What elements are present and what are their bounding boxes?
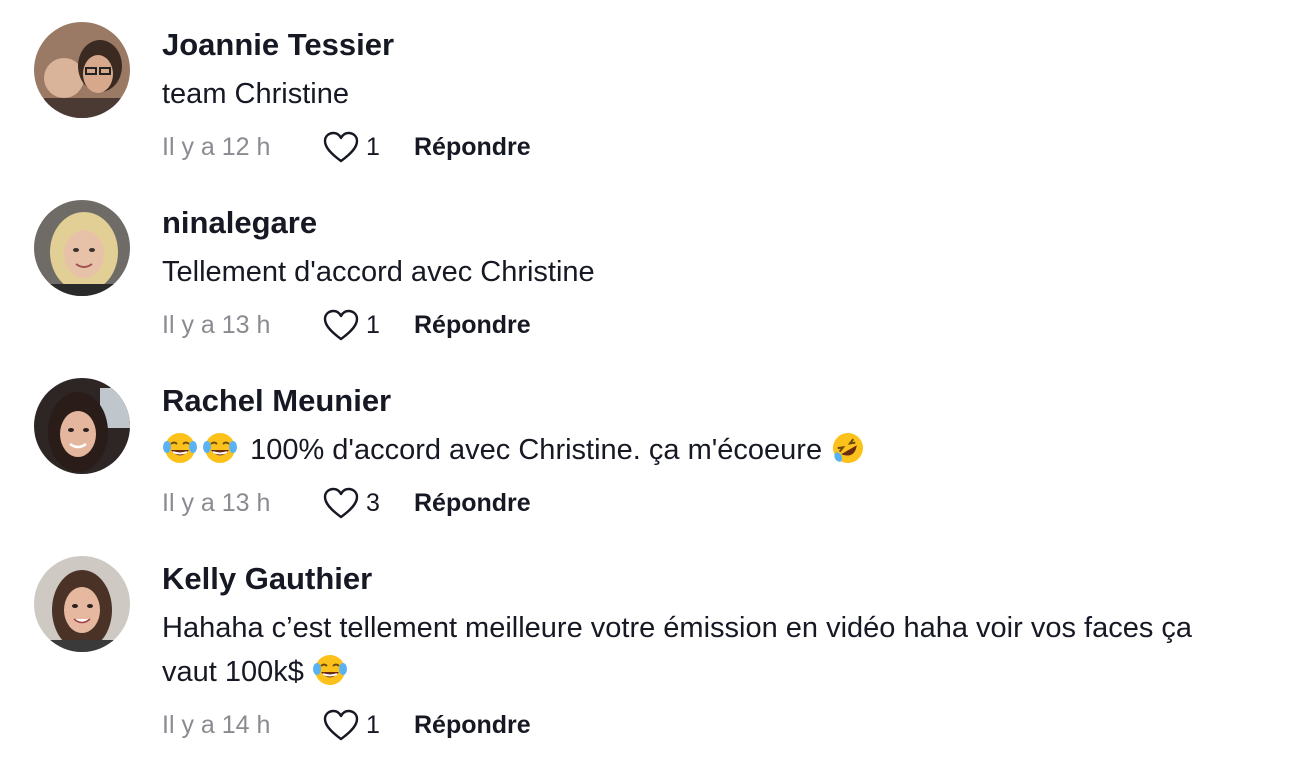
reply-button[interactable]: Répondre bbox=[414, 311, 531, 340]
comment-author[interactable]: Joannie Tessier bbox=[162, 25, 394, 65]
comment-author[interactable]: Kelly Gauthier bbox=[162, 559, 372, 599]
like-button[interactable]: 1 bbox=[322, 130, 406, 164]
comment-time: Il y a 14 h bbox=[162, 710, 271, 739]
like-count: 3 bbox=[366, 488, 380, 517]
reply-button[interactable]: Répondre bbox=[414, 711, 531, 740]
comment-time: Il y a 12 h bbox=[162, 132, 271, 161]
face-with-tears-of-joy-icon bbox=[162, 431, 198, 465]
comment-text-line: vaut 100k$ bbox=[162, 656, 304, 688]
avatar[interactable] bbox=[34, 378, 130, 474]
like-count: 1 bbox=[366, 310, 380, 339]
comment-meta: Il y a 12 h 1 Répondre bbox=[162, 127, 531, 167]
rolling-on-floor-laughing-icon bbox=[830, 431, 866, 465]
avatar[interactable] bbox=[34, 556, 130, 652]
like-button[interactable]: 1 bbox=[322, 308, 406, 342]
heart-outline-icon[interactable] bbox=[322, 130, 360, 164]
reply-button[interactable]: Répondre bbox=[414, 489, 531, 518]
comment-meta: Il y a 13 h 3 Répondre bbox=[162, 483, 531, 523]
comment-text: Hahaha c’est tellement meilleure votre é… bbox=[162, 606, 1302, 694]
comment-meta: Il y a 13 h 1 Répondre bbox=[162, 305, 531, 345]
avatar[interactable] bbox=[34, 200, 130, 296]
face-with-tears-of-joy-icon bbox=[202, 431, 238, 465]
like-button[interactable]: 3 bbox=[322, 486, 406, 520]
comment-text: 100% d'accord avec Christine. ça m'écoeu… bbox=[162, 428, 1302, 472]
comment-text: team Christine bbox=[162, 78, 349, 110]
comment-item: Kelly Gauthier Hahaha c’est tellement me… bbox=[0, 534, 1316, 758]
reply-button[interactable]: Répondre bbox=[414, 133, 531, 162]
heart-outline-icon[interactable] bbox=[322, 308, 360, 342]
comment-item: ninalegare Tellement d'accord avec Chris… bbox=[0, 178, 1316, 356]
avatar[interactable] bbox=[34, 22, 130, 118]
like-count: 1 bbox=[366, 710, 380, 739]
comment-text-line: Hahaha c’est tellement meilleure votre é… bbox=[162, 612, 1193, 644]
heart-outline-icon[interactable] bbox=[322, 486, 360, 520]
comment-author[interactable]: Rachel Meunier bbox=[162, 381, 391, 421]
like-button[interactable]: 1 bbox=[322, 708, 406, 742]
comment-time: Il y a 13 h bbox=[162, 310, 271, 339]
comment-meta: Il y a 14 h 1 Répondre bbox=[162, 705, 531, 745]
heart-outline-icon[interactable] bbox=[322, 708, 360, 742]
face-with-tears-of-joy-icon bbox=[312, 653, 348, 687]
like-count: 1 bbox=[366, 132, 380, 161]
comment-item: Joannie Tessier team Christine Il y a 12… bbox=[0, 0, 1316, 178]
comment-author[interactable]: ninalegare bbox=[162, 203, 317, 243]
comment-text: Tellement d'accord avec Christine bbox=[162, 256, 595, 288]
comment-text-body: 100% d'accord avec Christine. ça m'écoeu… bbox=[250, 434, 823, 466]
comment-item: Rachel Meunier 100% d'accord avec Christ… bbox=[0, 356, 1316, 534]
comment-time: Il y a 13 h bbox=[162, 488, 271, 517]
